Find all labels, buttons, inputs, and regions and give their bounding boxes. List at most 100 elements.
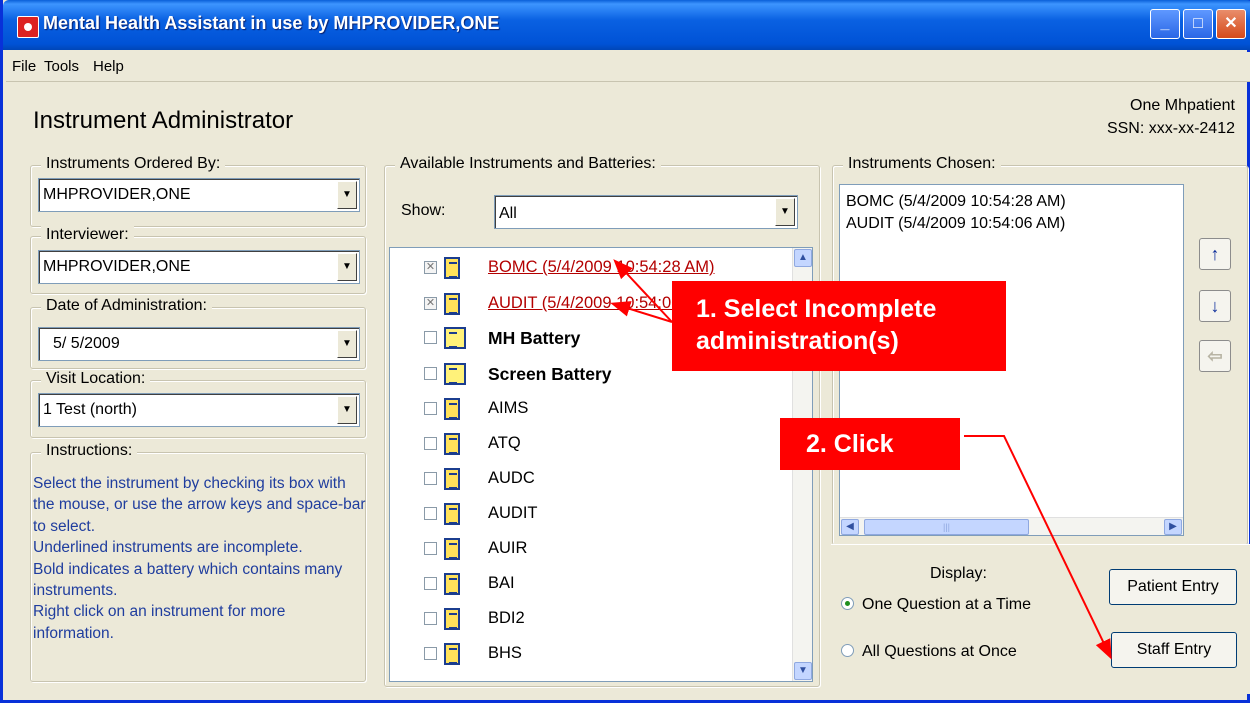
callout-step2: 2. Click <box>780 418 960 470</box>
instrument-label: ATQ <box>488 434 521 452</box>
callout-step1-line1: 1. Select Incomplete <box>696 295 937 323</box>
patient-entry-button[interactable]: Patient Entry <box>1109 569 1237 605</box>
instrument-icon <box>444 398 460 420</box>
ordered-by-select[interactable]: MHPROVIDER,ONE ▼ <box>38 178 360 212</box>
instrument-icon <box>444 573 460 595</box>
battery-icon <box>444 363 466 385</box>
menu-help[interactable]: Help <box>93 58 124 75</box>
checkbox[interactable] <box>424 542 437 555</box>
instrument-label: AIMS <box>488 399 529 417</box>
date-admin-label: Date of Administration: <box>41 297 212 315</box>
checkbox[interactable]: ✕ <box>424 297 437 310</box>
chosen-item[interactable]: AUDIT (5/4/2009 10:54:06 AM) <box>846 215 1065 233</box>
instrument-item[interactable]: AIMS <box>424 397 774 423</box>
ordered-by-label: Instruments Ordered By: <box>41 155 226 173</box>
interviewer-value: MHPROVIDER,ONE <box>43 258 191 275</box>
instrument-icon <box>444 293 460 315</box>
instrument-label: AUDC <box>488 469 535 487</box>
arrow-left-icon: ⇦ <box>1207 346 1223 366</box>
radio-one-question[interactable]: One Question at a Time <box>841 596 1031 614</box>
app-window: Mental Health Assistant in use by MHPROV… <box>0 0 1250 703</box>
scroll-right-icon[interactable]: ▶ <box>1164 519 1182 535</box>
display-label: Display: <box>930 565 987 582</box>
remove-button[interactable]: ⇦ <box>1199 340 1231 372</box>
instrument-item[interactable]: BDI2 <box>424 607 774 633</box>
checkbox[interactable] <box>424 472 437 485</box>
show-filter-select[interactable]: All ▼ <box>494 195 798 229</box>
checkbox[interactable] <box>424 402 437 415</box>
chosen-item[interactable]: BOMC (5/4/2009 10:54:28 AM) <box>846 193 1066 211</box>
instrument-icon <box>444 608 460 630</box>
radio-all-questions-label: All Questions at Once <box>862 643 1017 660</box>
window-title: Mental Health Assistant in use by MHPROV… <box>43 13 500 33</box>
instrument-item[interactable]: ATQ <box>424 432 774 458</box>
patient-ssn: SSN: xxx-xx-2412 <box>1106 120 1235 137</box>
checkbox[interactable] <box>424 507 437 520</box>
menu-tools[interactable]: Tools <box>44 58 79 75</box>
radio-all-questions[interactable]: All Questions at Once <box>841 643 1017 661</box>
scroll-down-icon[interactable]: ▼ <box>794 662 812 680</box>
callout-step1: 1. Select Incomplete administration(s) <box>672 281 1006 371</box>
instrument-label: BAI <box>488 574 515 592</box>
ordered-by-value: MHPROVIDER,ONE <box>43 186 191 203</box>
horizontal-scrollbar[interactable]: ◀ ||| ▶ <box>840 517 1183 535</box>
available-label: Available Instruments and Batteries: <box>395 155 661 173</box>
instrument-item[interactable]: ✕ BOMC (5/4/2009 10:54:28 AM) <box>424 256 774 282</box>
instrument-item[interactable]: BHS <box>424 642 774 668</box>
display-panel: Display: One Question at a Time All Ques… <box>831 544 1250 694</box>
maximize-button[interactable]: □ <box>1183 9 1213 39</box>
instrument-label: Screen Battery <box>488 364 612 384</box>
move-down-button[interactable]: ↓ <box>1199 290 1231 322</box>
arrow-down-icon: ↓ <box>1210 296 1220 316</box>
menu-file[interactable]: File <box>12 58 36 75</box>
visit-location-label: Visit Location: <box>41 370 151 388</box>
visit-location-select[interactable]: 1 Test (north) ▼ <box>38 393 360 427</box>
instrument-item[interactable]: AUDC <box>424 467 774 493</box>
staff-entry-button[interactable]: Staff Entry <box>1111 632 1237 668</box>
checkbox[interactable] <box>424 437 437 450</box>
checkbox[interactable]: ✕ <box>424 261 437 274</box>
instrument-label: MH Battery <box>488 328 581 348</box>
app-icon <box>17 16 39 38</box>
show-label: Show: <box>401 202 446 219</box>
checkbox[interactable] <box>424 367 437 380</box>
checkbox[interactable] <box>424 647 437 660</box>
checkbox[interactable] <box>424 331 437 344</box>
close-button[interactable]: ✕ <box>1216 9 1246 39</box>
interviewer-select[interactable]: MHPROVIDER,ONE ▼ <box>38 250 360 284</box>
instrument-item[interactable]: AUIR <box>424 537 774 563</box>
chevron-down-icon[interactable]: ▼ <box>337 330 357 358</box>
instrument-label: BOMC (5/4/2009 10:54:28 AM) <box>488 258 715 276</box>
scroll-up-icon[interactable]: ▲ <box>794 249 812 267</box>
instrument-item[interactable]: AUDIT <box>424 502 774 528</box>
radio-selected-icon[interactable] <box>841 597 854 610</box>
scroll-left-icon[interactable]: ◀ <box>841 519 859 535</box>
visit-location-value: 1 Test (north) <box>43 401 137 418</box>
menu-bar: File Tools Help <box>6 52 1250 82</box>
instrument-icon <box>444 433 460 455</box>
chevron-down-icon[interactable]: ▼ <box>775 198 795 226</box>
page-title: Instrument Administrator <box>33 107 294 134</box>
scroll-thumb[interactable]: ||| <box>864 519 1029 535</box>
instructions-label: Instructions: <box>41 442 138 460</box>
chevron-down-icon[interactable]: ▼ <box>337 396 357 424</box>
move-up-button[interactable]: ↑ <box>1199 238 1231 270</box>
callout-step1-line2: administration(s) <box>696 327 899 355</box>
arrow-up-icon: ↑ <box>1210 244 1220 264</box>
instrument-label: BHS <box>488 644 522 662</box>
chevron-down-icon[interactable]: ▼ <box>337 181 357 209</box>
instrument-icon <box>444 538 460 560</box>
radio-one-question-label: One Question at a Time <box>862 596 1031 613</box>
date-admin-picker[interactable]: 5/ 5/2009 ▼ <box>38 327 360 361</box>
title-bar[interactable]: Mental Health Assistant in use by MHPROV… <box>3 0 1250 50</box>
chevron-down-icon[interactable]: ▼ <box>337 253 357 281</box>
checkbox[interactable] <box>424 577 437 590</box>
minimize-button[interactable]: _ <box>1150 9 1180 39</box>
instrument-icon <box>444 643 460 665</box>
instrument-item[interactable]: BAI <box>424 572 774 598</box>
date-admin-value: 5/ 5/2009 <box>53 335 120 352</box>
radio-icon[interactable] <box>841 644 854 657</box>
instrument-label: AUIR <box>488 539 528 557</box>
checkbox[interactable] <box>424 612 437 625</box>
instrument-icon <box>444 257 460 279</box>
